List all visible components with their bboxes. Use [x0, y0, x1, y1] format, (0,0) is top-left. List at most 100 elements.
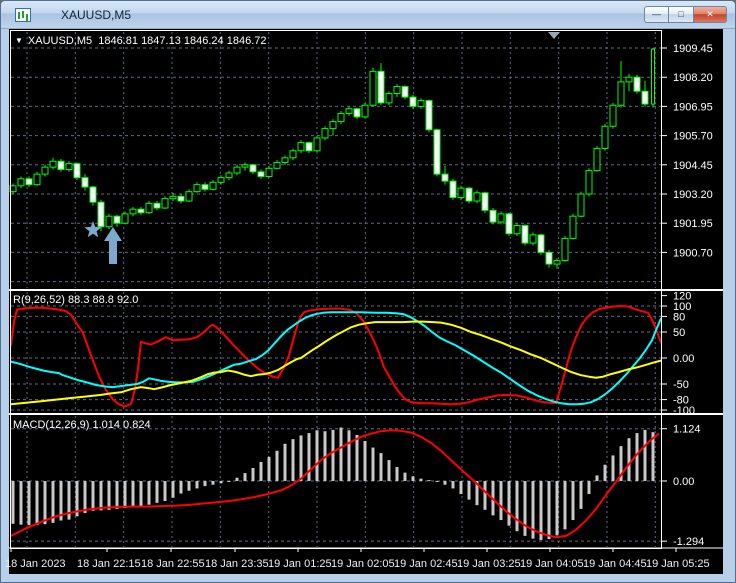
wpr-axis-label: -50	[673, 379, 689, 391]
time-axis-label: 18 Jan 23:35	[205, 558, 269, 570]
time-axis-label: 19 Jan 02:05	[331, 558, 395, 570]
candle-bearish	[441, 173, 449, 182]
macd-bar	[195, 481, 199, 489]
candle-bullish	[17, 178, 25, 187]
candle-bearish	[257, 171, 265, 177]
macd-bar	[291, 439, 295, 481]
macd-bar	[227, 481, 231, 482]
macd-bar	[27, 481, 31, 526]
time-axis-label: 19 Jan 02:45	[394, 558, 458, 570]
macd-bar	[467, 481, 471, 500]
candle-bullish	[513, 225, 521, 235]
macd-bar	[83, 481, 87, 514]
candle-bullish	[145, 202, 153, 214]
macd-bar	[379, 453, 383, 481]
macd-bar	[571, 481, 575, 521]
macd-bar	[387, 460, 391, 481]
macd-bar	[179, 481, 183, 494]
candle-bullish	[321, 128, 329, 139]
candle-bullish	[393, 86, 401, 95]
time-axis-label: 18 Jan 22:55	[141, 558, 205, 570]
macd-axis-label: -1.294	[673, 536, 704, 548]
candle-bullish	[593, 147, 601, 172]
macd-bar	[211, 481, 215, 485]
macd-bar	[131, 481, 135, 508]
candle-bullish	[169, 195, 177, 200]
candle-bullish	[329, 121, 337, 130]
macd-axis-label: 0.00	[673, 476, 694, 488]
candle-bullish	[553, 260, 561, 265]
candle-bullish	[105, 215, 113, 228]
candle-bearish	[521, 225, 529, 244]
candle-bullish	[121, 213, 129, 224]
candle-bearish	[537, 234, 545, 253]
time-axis-label: 19 Jan 03:25	[457, 558, 521, 570]
macd-bar	[451, 481, 455, 489]
candle-bullish	[161, 198, 169, 209]
candle-bullish	[297, 142, 305, 152]
time-axis-label: 19 Jan 05:25	[646, 558, 710, 570]
candle-bullish	[417, 100, 425, 107]
wpr-axis-label: -100	[673, 405, 695, 417]
macd-bar	[603, 464, 607, 481]
macd-bar	[419, 478, 423, 481]
candle-bullish	[617, 81, 625, 106]
candle-bullish	[369, 70, 377, 106]
candle-bearish	[489, 209, 497, 223]
macd-bar	[563, 481, 567, 530]
candle-bullish	[585, 170, 593, 195]
chart-area[interactable]: 1909.45 1908.20 1906.95 1905.70 1904.45 1903.…	[1, 1, 736, 583]
candle-bullish	[651, 48, 655, 105]
mt4-chart-window: XAUUSD,M5 — □ ✕ ▼ XAUUSD,M5 1846.81 1847.…	[0, 0, 736, 583]
price-axis-label: 1908.20	[673, 72, 713, 84]
candle-bearish	[353, 108, 361, 118]
time-axis-label: 18 Jan 2023	[5, 558, 66, 570]
candle-bullish	[529, 234, 537, 244]
candle-bullish	[209, 181, 217, 190]
macd-bar	[555, 481, 559, 536]
candle-bearish	[97, 201, 105, 228]
macd-bar	[411, 476, 415, 481]
candle-bullish	[561, 237, 569, 262]
macd-bar	[483, 481, 487, 510]
macd-bar	[275, 450, 279, 481]
price-axis-label: 1906.95	[673, 101, 713, 113]
macd-bar	[219, 481, 223, 484]
candle-bearish	[153, 202, 161, 209]
macd-bar	[203, 481, 207, 487]
price-axis-label: 1901.95	[673, 218, 713, 230]
candle-bullish	[345, 108, 353, 114]
candle-bearish	[409, 96, 417, 107]
macd-bar	[123, 481, 127, 508]
candle-bearish	[633, 76, 641, 92]
candle-bullish	[41, 166, 49, 175]
candle-bearish	[305, 142, 313, 152]
candle-bullish	[577, 193, 585, 217]
candle-bullish	[625, 76, 633, 83]
wpr-axis-label: 50	[673, 327, 685, 339]
macd-bar	[331, 429, 335, 481]
candle-bearish	[425, 100, 433, 131]
macd-bar	[579, 481, 583, 509]
candle-bullish	[129, 208, 137, 215]
macd-bar	[147, 481, 151, 505]
macd-bar	[395, 467, 399, 481]
macd-bar	[243, 473, 247, 481]
macd-bar	[107, 481, 111, 510]
macd-bar	[539, 481, 543, 541]
wpr-axis-label: 0.00	[673, 353, 694, 365]
time-axis-label: 19 Jan 04:05	[520, 558, 584, 570]
candle-bullish	[65, 163, 73, 170]
wpr-axis-label: 80	[673, 311, 685, 323]
candle-bearish	[505, 213, 513, 235]
macd-bar	[139, 481, 143, 507]
candle-bearish	[401, 86, 409, 98]
macd-bar	[443, 481, 447, 485]
candle-bearish	[465, 187, 473, 202]
macd-bar	[235, 477, 239, 481]
candle-bearish	[137, 208, 145, 214]
macd-bar	[435, 481, 439, 482]
candle-bullish	[217, 177, 225, 183]
macd-bar	[91, 481, 95, 511]
macd-bar	[347, 430, 351, 481]
